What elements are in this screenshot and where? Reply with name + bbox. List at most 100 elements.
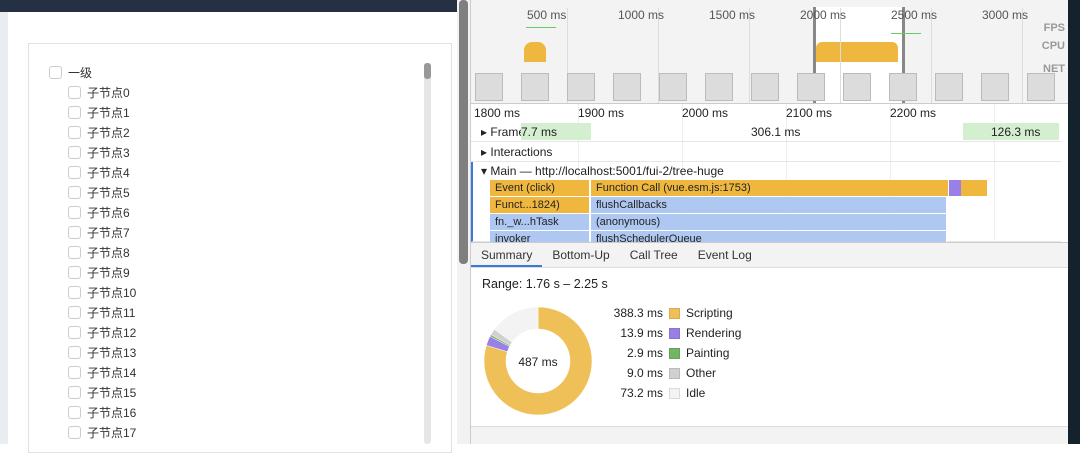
frame-duration[interactable]: 126.3 ms [991, 125, 1040, 139]
checkbox[interactable] [68, 265, 81, 279]
fps-line [526, 27, 556, 28]
tree-node[interactable]: 子节点5 [68, 182, 130, 202]
tree-node-label: 一级 [68, 65, 93, 80]
checkbox[interactable] [68, 425, 81, 439]
checkbox[interactable] [68, 205, 81, 219]
frame-duration[interactable]: 7.7 ms [521, 125, 557, 139]
legend-label: Idle [686, 386, 706, 400]
tree-node[interactable]: 子节点16 [68, 402, 136, 422]
tree-node-label: 子节点3 [87, 145, 130, 160]
frame-screenshot [751, 73, 779, 101]
frame-screenshot [935, 73, 963, 101]
checkbox[interactable] [68, 365, 81, 379]
checkbox[interactable] [68, 145, 81, 159]
ruler-tick: 2000 ms [682, 106, 729, 120]
checkbox[interactable] [68, 165, 81, 179]
tree-node[interactable]: 子节点2 [68, 122, 130, 142]
legend-item: 2.9 ms Painting [591, 345, 729, 361]
tree-node-label: 子节点17 [87, 425, 137, 440]
frame-screenshot [475, 73, 503, 101]
top-nav-bar [0, 0, 457, 12]
tree-node[interactable]: 子节点7 [68, 222, 130, 242]
overview-tick: 2000 ms [800, 8, 847, 22]
tree-node-label: 子节点14 [87, 365, 137, 380]
main-track[interactable]: ▾ Main — http://localhost:5001/fui-2/tre… [471, 162, 1061, 247]
flame-event[interactable]: Function Call (vue.esm.js:1753) [591, 180, 949, 196]
legend-item: 13.9 ms Rendering [591, 325, 741, 341]
interactions-track[interactable]: ▸ Interactions [471, 142, 1061, 162]
tree-node[interactable]: 子节点6 [68, 202, 130, 222]
frames-track[interactable]: ▸ Frames 7.7 ms 306.1 ms 126.3 ms [471, 122, 1061, 142]
ruler-tick: 2100 ms [786, 106, 833, 120]
timeline-overview[interactable]: FPS CPU NET 500 ms 1000 ms 1500 ms 2000 ms 2… [471, 0, 1069, 104]
fps-line [891, 33, 921, 34]
tree-node[interactable]: 子节点1 [68, 102, 130, 122]
flame-event[interactable]: Event (click) [490, 180, 590, 196]
legend-swatch [669, 347, 680, 359]
legend-swatch [669, 327, 680, 339]
tree-node-label: 子节点2 [87, 125, 130, 140]
overview-tick: 500 ms [527, 8, 567, 22]
tree-node[interactable]: 子节点0 [68, 82, 130, 102]
frame-screenshot [613, 73, 641, 101]
tree-node-label: 子节点15 [87, 385, 137, 400]
tree-node-root[interactable]: 一级 [49, 62, 92, 82]
checkbox[interactable] [68, 225, 81, 239]
frame-screenshot [705, 73, 733, 101]
tree-node[interactable]: 子节点3 [68, 142, 130, 162]
checkbox[interactable] [68, 345, 81, 359]
tree-node[interactable]: 子节点8 [68, 242, 130, 262]
page-viewport: 一级 子节点0 子节点1 子节点2 子节点3 子节点4 子节点5 子节点6 子节点7 子节点8 子… [0, 0, 457, 453]
tab-event-log[interactable]: Event Log [688, 243, 762, 267]
checkbox[interactable] [68, 285, 81, 299]
cpu-label: CPU [1041, 40, 1065, 52]
legend-value: 388.3 ms [613, 306, 663, 320]
tree-node[interactable]: 子节点15 [68, 382, 136, 402]
checkbox[interactable] [68, 405, 81, 419]
tree-node[interactable]: 子节点4 [68, 162, 130, 182]
tree-node[interactable]: 子节点17 [68, 422, 136, 442]
frame-screenshot [889, 73, 917, 101]
tree-node-label: 子节点0 [87, 85, 130, 100]
legend-item: 9.0 ms Other [591, 365, 716, 381]
checkbox[interactable] [68, 105, 81, 119]
flame-event[interactable]: Funct...1824) [490, 197, 590, 213]
tree-node[interactable]: 子节点10 [68, 282, 136, 302]
legend-item: 388.3 ms Scripting [591, 305, 733, 321]
checkbox[interactable] [68, 85, 81, 99]
checkbox[interactable] [49, 65, 62, 79]
checkbox[interactable] [68, 305, 81, 319]
flame-event[interactable]: fn._w...hTask [490, 214, 590, 230]
tree-scrollbar-thumb[interactable] [424, 63, 431, 79]
tree-node[interactable]: 子节点9 [68, 262, 130, 282]
checkbox[interactable] [68, 125, 81, 139]
sidebar-edge [0, 12, 8, 444]
checkbox[interactable] [68, 245, 81, 259]
legend-label: Other [686, 366, 717, 380]
tab-summary[interactable]: Summary [471, 243, 543, 267]
desktop-background [1068, 0, 1080, 444]
tree-node-label: 子节点4 [87, 165, 130, 180]
page-scrollbar-thumb[interactable] [459, 0, 468, 264]
legend-value: 2.9 ms [626, 346, 663, 360]
tree-node[interactable]: 子节点13 [68, 342, 136, 362]
frame-duration[interactable]: 306.1 ms [751, 125, 800, 139]
checkbox[interactable] [68, 185, 81, 199]
tree-scrollbar[interactable] [424, 63, 431, 444]
devtools-performance-panel: FPS CPU NET 500 ms 1000 ms 1500 ms 2000 ms 2… [470, 0, 1069, 444]
ruler-tick: 1800 ms [474, 106, 521, 120]
frame-screenshot [981, 73, 1009, 101]
tab-bottom-up[interactable]: Bottom-Up [542, 243, 619, 267]
flame-event[interactable]: (anonymous) [591, 214, 947, 230]
tree-node-label: 子节点7 [87, 225, 130, 240]
ruler-tick: 1900 ms [578, 106, 625, 120]
tree-node[interactable]: 子节点12 [68, 322, 136, 342]
tab-call-tree[interactable]: Call Tree [620, 243, 688, 267]
checkbox[interactable] [68, 385, 81, 399]
tree-node[interactable]: 子节点11 [68, 302, 135, 322]
tree-node[interactable]: 子节点14 [68, 362, 136, 382]
checkbox[interactable] [68, 325, 81, 339]
flame-event[interactable]: flushCallbacks [591, 197, 947, 213]
legend-value: 9.0 ms [626, 366, 663, 380]
legend-swatch [669, 307, 680, 319]
